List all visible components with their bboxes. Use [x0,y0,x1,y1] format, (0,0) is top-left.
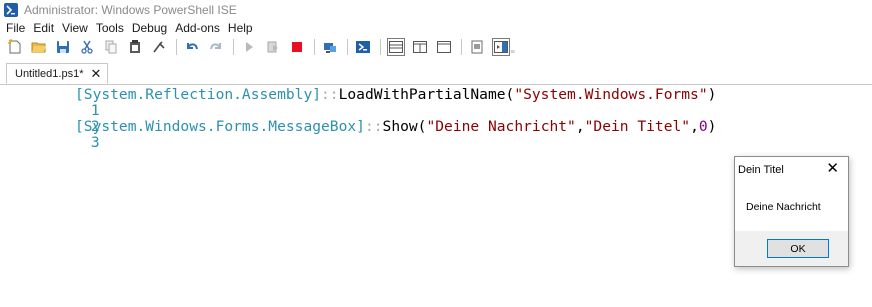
toolbar-separator [347,39,348,55]
dialog-message: Deine Nachricht [746,201,821,213]
menu-debug[interactable]: Debug [128,20,171,37]
undo-icon[interactable] [183,38,201,56]
menu-edit[interactable]: Edit [29,20,58,37]
copy-icon[interactable] [102,38,120,56]
menu-bar: File Edit View Tools Debug Add-ons Help [0,20,257,37]
paren-token: ) [707,86,717,103]
show-script-pane-top-icon[interactable] [387,38,405,56]
code-line: 3 [System.Windows.Forms.MessageBox]::Sho… [0,119,716,151]
toolbar-separator [176,39,177,55]
comma-token: , [575,118,585,135]
toolbar: ₌ [0,37,872,57]
show-script-pane-right-icon[interactable] [411,38,429,56]
new-file-icon[interactable] [6,38,24,56]
type-token: [System.Windows.Forms.MessageBox] [75,118,365,135]
number-token: 0 [698,118,708,135]
code-text: [System.Reflection.Assembly]::LoadWithPa… [75,87,716,103]
toolbar-separator [461,39,462,55]
title-bar: Administrator: Windows PowerShell ISE [0,0,872,20]
string-token: "Deine Nachricht" [426,118,576,135]
menu-tools[interactable]: Tools [92,20,128,37]
operator-token: :: [364,118,383,135]
line-number: 3 [90,134,100,151]
close-icon[interactable]: ✕ [91,67,102,80]
redo-icon[interactable] [207,38,225,56]
menu-view[interactable]: View [58,20,92,37]
run-selection-icon[interactable] [264,38,282,56]
string-token: "System.Windows.Forms" [514,86,708,103]
messagebox-dialog: Dein Titel ✕ Deine Nachricht OK [734,156,849,267]
operator-token: :: [321,86,339,103]
menu-file[interactable]: File [0,20,29,37]
menu-help[interactable]: Help [224,20,257,37]
window-title: Administrator: Windows PowerShell ISE [24,3,237,17]
stop-icon[interactable] [288,38,306,56]
paste-icon[interactable] [126,38,144,56]
remote-powershell-icon[interactable] [321,38,339,56]
toolbar-separator [380,39,381,55]
save-icon[interactable] [54,38,72,56]
method-token: LoadWithPartialName( [338,86,515,103]
script-tab-strip: Untitled1.ps1* ✕ [0,63,872,85]
ok-button[interactable]: OK [767,239,829,258]
cut-icon[interactable] [78,38,96,56]
code-line: 2 [0,103,100,135]
clear-console-icon[interactable] [150,38,168,56]
open-folder-icon[interactable] [30,38,48,56]
type-token: [System.Reflection.Assembly] [75,86,322,103]
code-line: 1 [System.Reflection.Assembly]::LoadWith… [0,87,716,119]
command-window-icon[interactable] [468,38,486,56]
show-command-addon-icon[interactable] [492,38,510,56]
method-token: Show( [382,118,427,135]
tab-label: Untitled1.ps1* [15,67,84,80]
comma-token: , [690,118,699,135]
code-text: [System.Windows.Forms.MessageBox]::Show(… [75,119,716,135]
powershell-ise-icon [4,3,18,17]
dialog-title: Dein Titel [738,164,784,176]
tab-untitled1[interactable]: Untitled1.ps1* ✕ [6,63,109,84]
show-script-pane-maximized-icon[interactable] [435,38,453,56]
toolbar-separator [314,39,315,55]
powershell-console-icon[interactable] [354,38,372,56]
toolbar-overflow-icon[interactable]: ₌ [510,45,515,56]
powershell-ise-window: Administrator: Windows PowerShell ISE Fi… [0,0,872,307]
menu-add-ons[interactable]: Add-ons [171,20,224,37]
run-script-icon[interactable] [240,38,258,56]
toolbar-separator [233,39,234,55]
string-token: "Dein Titel" [584,118,691,135]
close-icon[interactable]: ✕ [826,161,839,176]
dialog-footer: OK [735,231,848,266]
paren-token: ) [707,118,717,135]
